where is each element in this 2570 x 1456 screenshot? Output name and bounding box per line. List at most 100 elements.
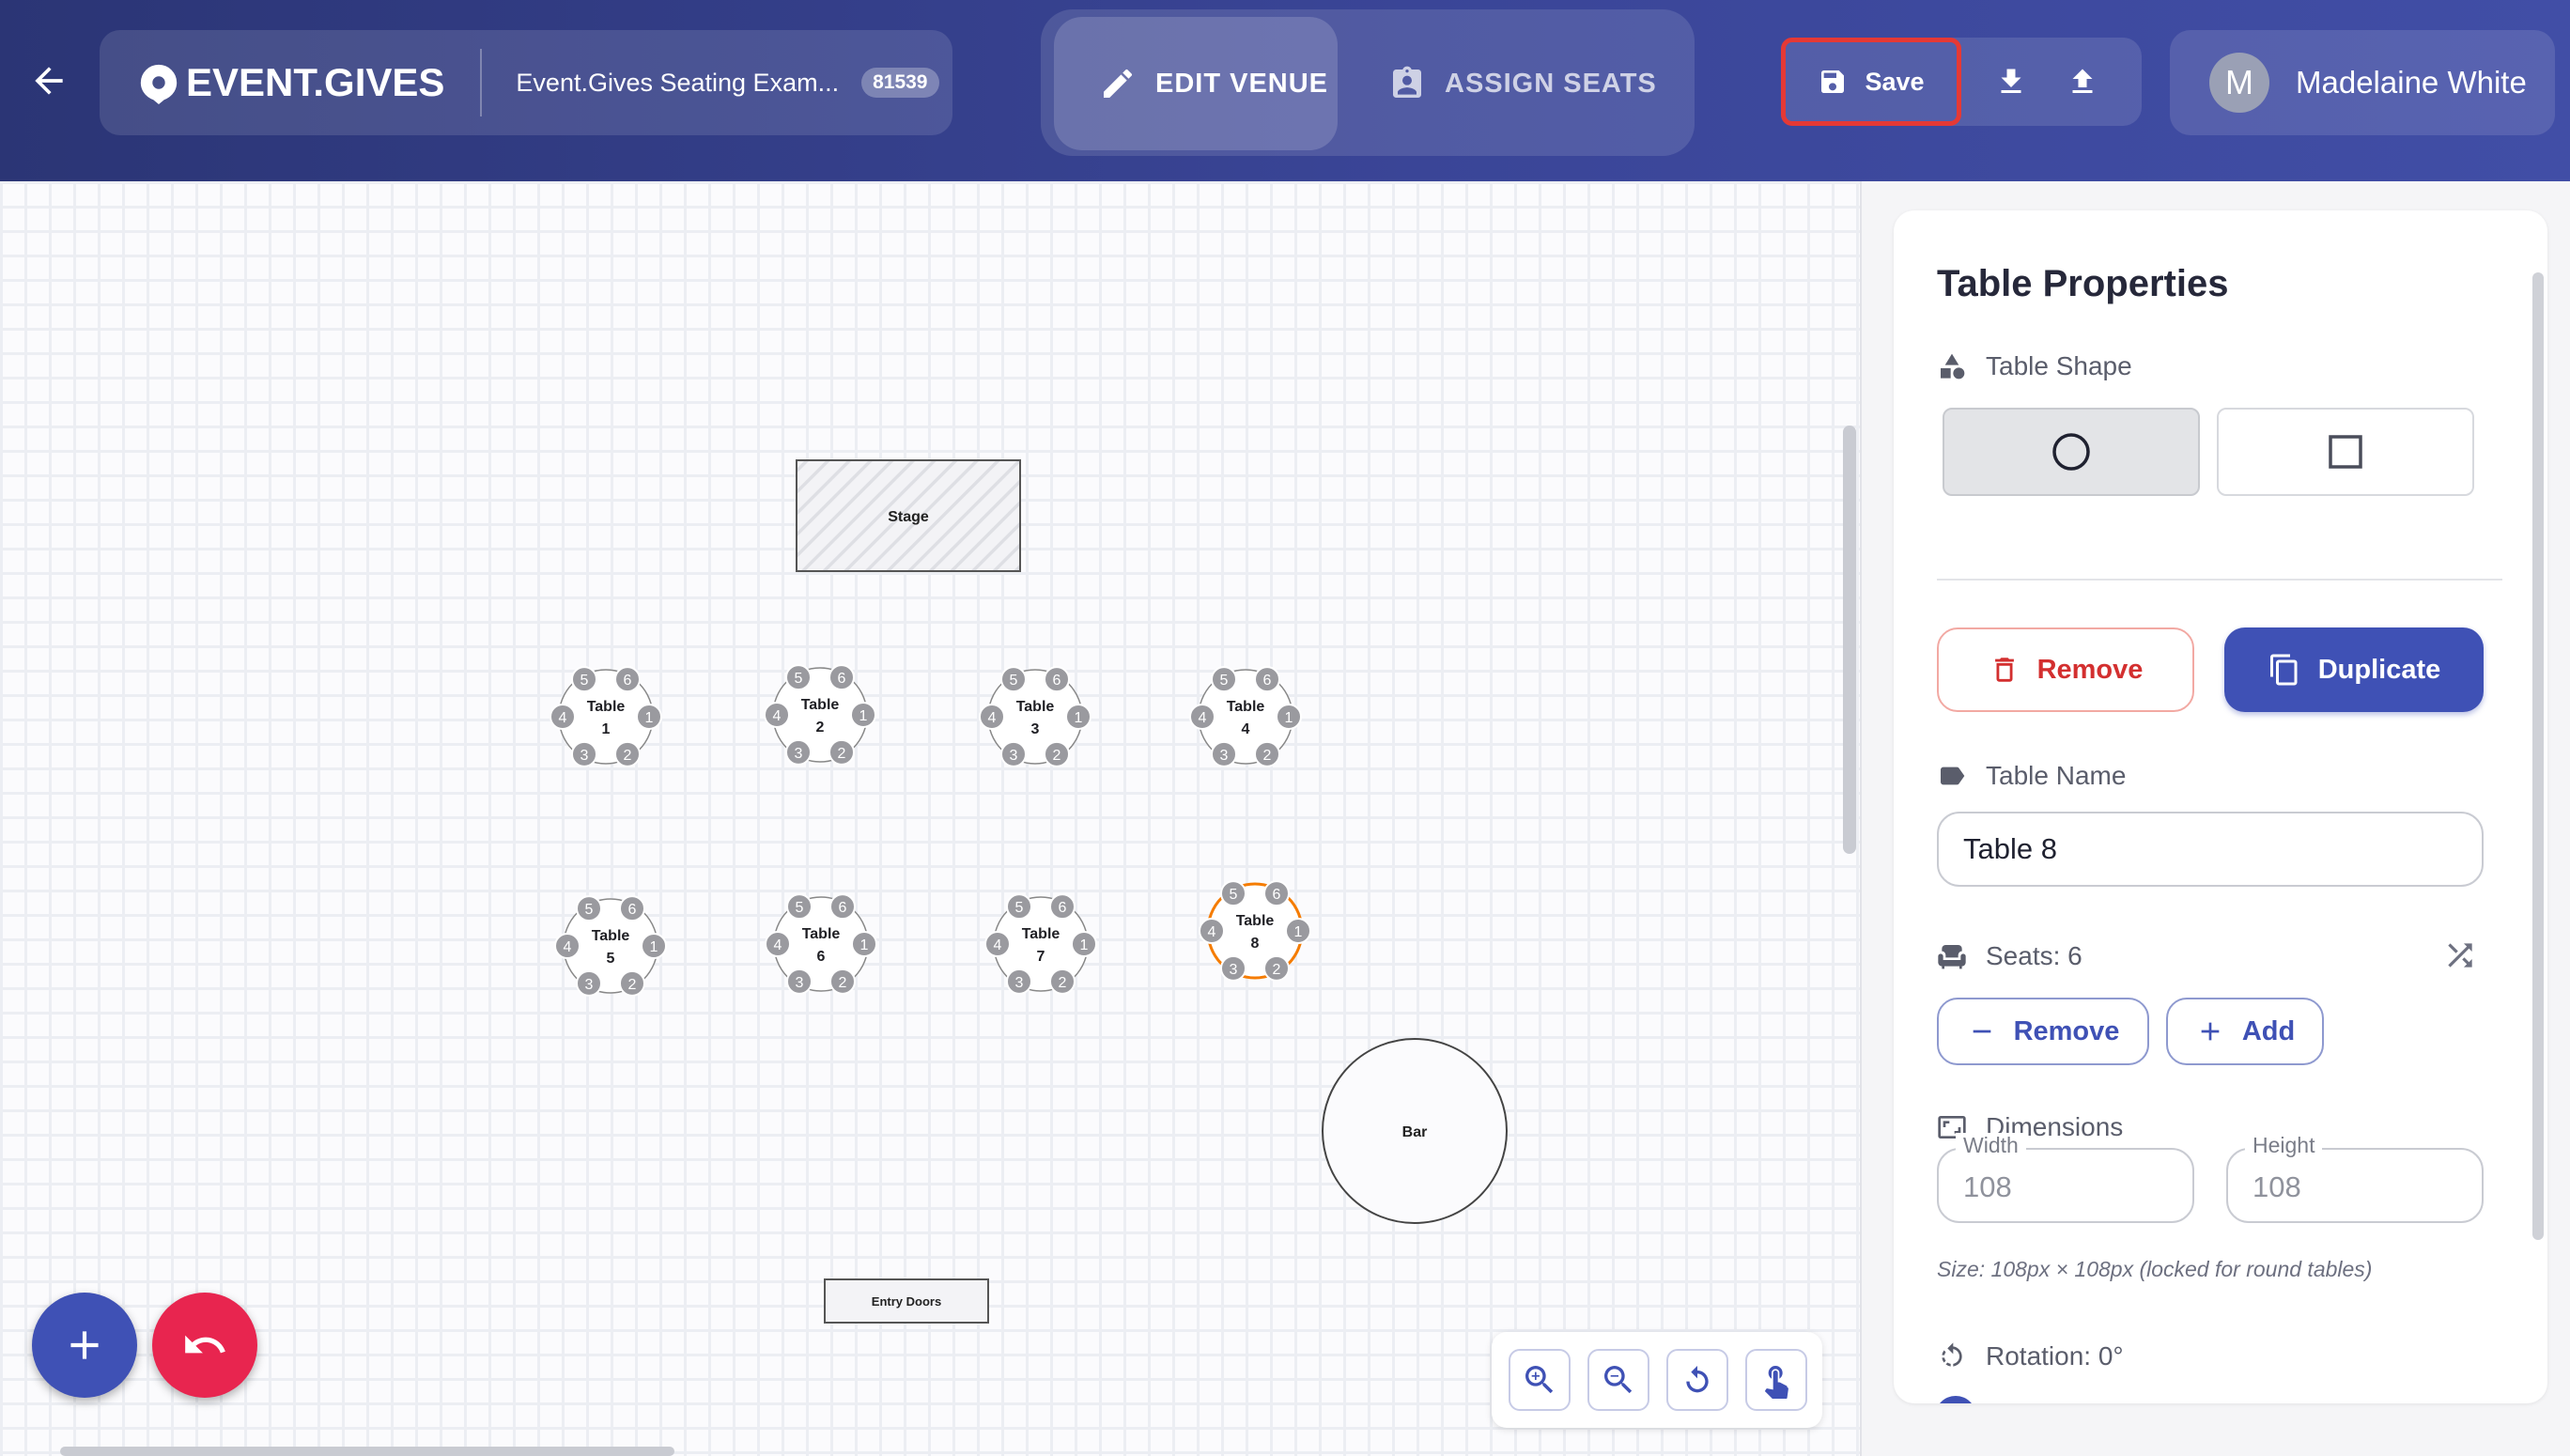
table-3[interactable]: 12345 6Table3 (979, 666, 1091, 767)
seat-number: 1 (1075, 710, 1083, 726)
table-7[interactable]: 1 2 3 4 5 6 Table 7 (984, 893, 1097, 995)
seat-number: 6 (624, 673, 632, 689)
divider (1937, 579, 2502, 581)
table-label: Table (587, 699, 626, 715)
pencil-icon (1104, 69, 1133, 98)
table-5[interactable]: 1 2 3 4 5 6 Table 5 (554, 895, 667, 997)
event-gives-logo[interactable]: EVENT.GIVES (137, 60, 444, 105)
seat-number: 2 (1273, 962, 1281, 978)
add-element-button[interactable] (32, 1293, 137, 1398)
floor-plan-canvas[interactable]: Stage Bar Entry Doors 1 2 3 4 5 6 Table 1 1 2 3 4 5 6… (0, 181, 1860, 1456)
height-value: 108 (2253, 1170, 2301, 1203)
table-1[interactable]: 12345 6Table1 (550, 666, 662, 767)
seat-number: 4 (774, 937, 782, 953)
tables-layer: 12345 6Table112345 6Table212345 6Table31234… (550, 664, 1311, 997)
trash-icon (1994, 658, 2014, 682)
seat-number: 1 (859, 708, 868, 724)
seat-number: 2 (838, 746, 846, 762)
table-2[interactable]: 12345 6Table2 (764, 664, 876, 766)
brand-name: EVENT.GIVES (186, 60, 445, 104)
category-icon (1941, 353, 1965, 379)
height-field[interactable]: Height 108 (2226, 1133, 2484, 1223)
stage[interactable]: Stage (796, 459, 1021, 572)
minus-icon (1973, 1030, 1990, 1033)
table-6[interactable]: 1 2 3 4 5 6 Table 6 (765, 893, 877, 995)
table-shape-label: Table Shape (1986, 351, 2132, 380)
table-name-label: Table Name (1986, 761, 2127, 790)
save-button[interactable]: Save (1781, 38, 1961, 126)
edit-venue-tab[interactable]: EDIT VENUE (1054, 17, 1338, 150)
remove-seat-button[interactable]: Remove (1937, 998, 2149, 1065)
add-seat-button[interactable]: Add (2166, 998, 2324, 1065)
duplicate-table-button[interactable]: Duplicate (2224, 627, 2484, 712)
table-number: 2 (816, 720, 825, 736)
seat-number: 5 (1010, 673, 1018, 689)
table-number: 7 (1037, 949, 1045, 965)
canvas-horizontal-scrollbar[interactable] (60, 1447, 674, 1456)
event-id-badge: 81539 (861, 68, 939, 98)
zoom-in-button[interactable] (1509, 1349, 1571, 1411)
zoom-out-button[interactable] (1587, 1349, 1649, 1411)
seat-number: 6 (838, 671, 846, 687)
undo-button[interactable] (152, 1293, 257, 1398)
assign-seats-tab[interactable]: ASSIGN SEATS (1388, 17, 1670, 150)
file-actions: Save (1781, 38, 2142, 126)
save-label: Save (1865, 67, 1925, 96)
table-number: 8 (1251, 936, 1260, 952)
seat-number: 6 (1263, 673, 1272, 689)
assign-seats-label: ASSIGN SEATS (1445, 68, 1657, 99)
seat-number: 4 (988, 710, 997, 726)
seat-number: 4 (559, 710, 567, 726)
mode-toggle: EDIT VENUE ASSIGN SEATS (1041, 9, 1695, 156)
canvas-vertical-scrollbar[interactable] (1843, 426, 1856, 854)
table-number: 1 (602, 721, 611, 737)
upload-icon (2072, 69, 2093, 93)
table-number: 5 (607, 951, 615, 967)
panel-scrollbar[interactable] (2532, 272, 2544, 1240)
upload-button[interactable] (2059, 58, 2106, 105)
seat-number: 4 (773, 708, 782, 724)
remove-table-button[interactable]: Remove (1937, 627, 2194, 712)
width-field[interactable]: Width 108 (1937, 1133, 2194, 1223)
seats-count-label: Seats: 6 (1986, 941, 2082, 970)
shape-circle-button[interactable] (1943, 408, 2200, 496)
seat-number: 1 (650, 939, 658, 955)
back-button[interactable] (21, 53, 77, 109)
table-name-input[interactable] (1937, 812, 2484, 887)
seat-number: 5 (1015, 900, 1024, 916)
table-label: Table (1016, 699, 1055, 715)
rotation-slider-thumb[interactable] (1935, 1396, 1976, 1403)
table-number: 3 (1031, 721, 1040, 737)
shuffle-seats-icon[interactable] (2442, 937, 2478, 973)
seat-number: 4 (994, 937, 1002, 953)
entry-doors[interactable]: Entry Doors (824, 1278, 989, 1324)
seat-number: 4 (564, 939, 572, 955)
seat-number: 3 (1015, 975, 1024, 991)
hand-pointer-icon (1764, 1366, 1788, 1399)
zoom-controls (1492, 1332, 1822, 1428)
table-8[interactable]: 1 2 3 4 5 6 Table 8 (1199, 880, 1311, 982)
user-menu[interactable]: M Madelaine White (2170, 30, 2555, 135)
refresh-icon (1686, 1366, 1709, 1393)
bar[interactable]: Bar (1322, 1038, 1508, 1224)
rotation-heading: Rotation: 0° (1937, 1341, 2124, 1371)
table-number: 4 (1242, 721, 1250, 737)
seat-number: 6 (1059, 900, 1067, 916)
seat-number: 2 (624, 748, 632, 764)
table-label: Table (1236, 913, 1275, 929)
table-4[interactable]: 12345 6Table4 (1189, 666, 1302, 767)
rotate-icon (1942, 1342, 1962, 1367)
plus-icon (2201, 1022, 2220, 1041)
seat-number: 4 (1208, 924, 1216, 940)
table-number: 6 (817, 949, 826, 965)
reset-view-button[interactable] (1666, 1349, 1728, 1411)
undo-icon (185, 1335, 225, 1354)
download-button[interactable] (1988, 58, 2035, 105)
seat-number: 6 (628, 902, 637, 918)
seat-number: 3 (581, 748, 589, 764)
label-tag-icon (1941, 767, 1965, 785)
shape-square-button[interactable] (2217, 408, 2474, 496)
table-name-heading: Table Name (1937, 761, 2126, 791)
pan-mode-button[interactable] (1745, 1349, 1807, 1411)
seat-number: 5 (1230, 887, 1238, 903)
